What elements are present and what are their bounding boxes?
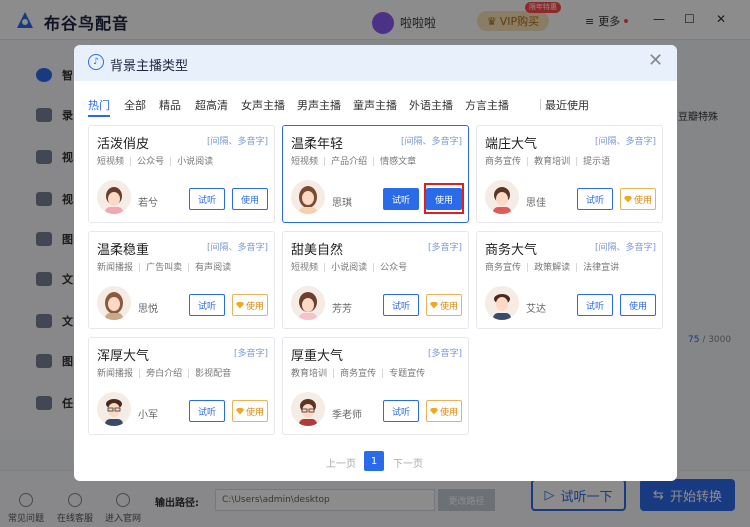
- dialog-title: 背景主播类型: [110, 59, 189, 74]
- page-1-button[interactable]: 1: [364, 451, 384, 471]
- avatar: [97, 286, 131, 320]
- voice-card[interactable]: 浑厚大气 [多音字] 新闻播报 | 旁白介绍 | 影视配音 小军 试听 使用: [88, 337, 275, 435]
- listen-button[interactable]: 试听: [383, 294, 419, 316]
- voice-name: 浑厚大气: [97, 349, 150, 364]
- speaker-name: 思佳: [526, 198, 546, 209]
- voice-features: [多音字]: [427, 243, 462, 253]
- use-button[interactable]: 使用: [232, 188, 268, 210]
- tab-female[interactable]: 女声主播: [241, 97, 285, 113]
- voice-name: 端庄大气: [485, 137, 538, 152]
- prev-page-button[interactable]: 上一页: [326, 455, 356, 470]
- voice-tags: 短视频 | 公众号 | 小说阅读: [97, 157, 214, 167]
- voice-name: 温柔年轻: [291, 137, 344, 152]
- dialog-close-button[interactable]: ✕: [648, 50, 663, 71]
- speaker-name: 季老师: [332, 410, 362, 421]
- voice-tags: 短视频 | 产品介绍 | 情感文章: [291, 157, 417, 167]
- listen-button[interactable]: 试听: [383, 400, 419, 422]
- next-page-button[interactable]: 下一页: [393, 455, 423, 470]
- voice-features: [间隔、多音字]: [594, 243, 656, 253]
- listen-button[interactable]: 试听: [189, 294, 225, 316]
- voice-tags: 短视频 | 小说阅读 | 公众号: [291, 263, 408, 273]
- vip-use-button[interactable]: 使用: [426, 294, 462, 316]
- voice-name: 商务大气: [485, 243, 538, 258]
- avatar: [291, 180, 325, 214]
- voice-tags: 商务宣传 | 教育培训 | 提示语: [485, 157, 611, 167]
- voice-card[interactable]: 温柔年轻 [间隔、多音字] 短视频 | 产品介绍 | 情感文章 思琪 试听 使用: [282, 125, 469, 223]
- tab-hot[interactable]: 热门: [88, 97, 110, 117]
- tab-male[interactable]: 男声主播: [297, 97, 341, 113]
- voice-card[interactable]: 温柔稳重 [间隔、多音字] 新闻播报 | 广告叫卖 | 有声阅读 思悦 试听 使用: [88, 231, 275, 329]
- voice-features: [间隔、多音字]: [206, 137, 268, 147]
- tab-recent[interactable]: 最近使用: [545, 97, 589, 113]
- tab-premium[interactable]: 精品: [159, 97, 181, 113]
- tab-all[interactable]: 全部: [124, 97, 146, 113]
- listen-button[interactable]: 试听: [383, 188, 419, 210]
- vip-use-button[interactable]: 使用: [232, 400, 268, 422]
- voice-features: [间隔、多音字]: [400, 137, 462, 147]
- avatar: [97, 180, 131, 214]
- avatar: [485, 180, 519, 214]
- listen-button[interactable]: 试听: [577, 188, 613, 210]
- voice-features: [间隔、多音字]: [594, 137, 656, 147]
- vip-gem-icon: [235, 407, 244, 415]
- listen-button[interactable]: 试听: [189, 400, 225, 422]
- use-button[interactable]: 使用: [620, 294, 656, 316]
- vip-gem-icon: [429, 301, 438, 309]
- voice-tags: 新闻播报 | 广告叫卖 | 有声阅读: [97, 263, 232, 273]
- music-note-icon: ♪: [88, 54, 104, 70]
- voice-name: 甜美自然: [291, 243, 344, 258]
- voice-card[interactable]: 活泼俏皮 [间隔、多音字] 短视频 | 公众号 | 小说阅读 若兮 试听 使用: [88, 125, 275, 223]
- voice-name: 活泼俏皮: [97, 137, 150, 152]
- listen-button[interactable]: 试听: [189, 188, 225, 210]
- vip-use-button[interactable]: 使用: [426, 400, 462, 422]
- dialog-header: ♪ 背景主播类型 ✕: [74, 45, 677, 81]
- speaker-name: 若兮: [138, 198, 158, 209]
- listen-button[interactable]: 试听: [577, 294, 613, 316]
- voice-name: 厚重大气: [291, 349, 344, 364]
- voice-features: [间隔、多音字]: [206, 243, 268, 253]
- speaker-name: 思琪: [332, 198, 352, 209]
- tab-dialect[interactable]: 方言主播: [465, 97, 509, 113]
- tab-child[interactable]: 童声主播: [353, 97, 397, 113]
- voice-tags: 商务宣传 | 政策解读 | 法律宣讲: [485, 263, 620, 273]
- vip-gem-icon: [235, 301, 244, 309]
- voice-features: [多音字]: [427, 349, 462, 359]
- tab-ultra-hd[interactable]: 超高清: [195, 97, 228, 113]
- voice-card[interactable]: 甜美自然 [多音字] 短视频 | 小说阅读 | 公众号 芳芳 试听 使用: [282, 231, 469, 329]
- vip-use-button[interactable]: 使用: [620, 188, 656, 210]
- voice-card[interactable]: 厚重大气 [多音字] 教育培训 | 商务宣传 | 专题宣传 季老师 试听 使用: [282, 337, 469, 435]
- tab-foreign[interactable]: 外语主播: [409, 97, 453, 113]
- vip-use-button[interactable]: 使用: [232, 294, 268, 316]
- highlight-box: [424, 183, 464, 214]
- speaker-name: 思悦: [138, 304, 158, 315]
- avatar: [291, 286, 325, 320]
- vip-gem-icon: [623, 195, 632, 203]
- avatar: [485, 286, 519, 320]
- voice-features: [多音字]: [233, 349, 268, 359]
- voice-tags: 教育培训 | 商务宣传 | 专题宣传: [291, 369, 426, 379]
- avatar: [291, 392, 325, 426]
- voice-name: 温柔稳重: [97, 243, 150, 258]
- speaker-name: 小军: [138, 410, 158, 421]
- vip-gem-icon: [429, 407, 438, 415]
- speaker-name: 艾达: [526, 304, 546, 315]
- voice-card[interactable]: 端庄大气 [间隔、多音字] 商务宣传 | 教育培训 | 提示语 思佳 试听 使用: [476, 125, 663, 223]
- voice-card[interactable]: 商务大气 [间隔、多音字] 商务宣传 | 政策解读 | 法律宣讲 艾达 试听 使用: [476, 231, 663, 329]
- avatar: [97, 392, 131, 426]
- pagination: 上一页 1 下一页: [74, 451, 677, 473]
- voice-type-dialog: ♪ 背景主播类型 ✕ 热门 全部 精品 超高清 女声主播 男声主播 童声主播 外…: [74, 45, 677, 481]
- tab-divider: [540, 99, 541, 110]
- voice-tags: 新闻播报 | 旁白介绍 | 影视配音: [97, 369, 232, 379]
- speaker-name: 芳芳: [332, 304, 352, 315]
